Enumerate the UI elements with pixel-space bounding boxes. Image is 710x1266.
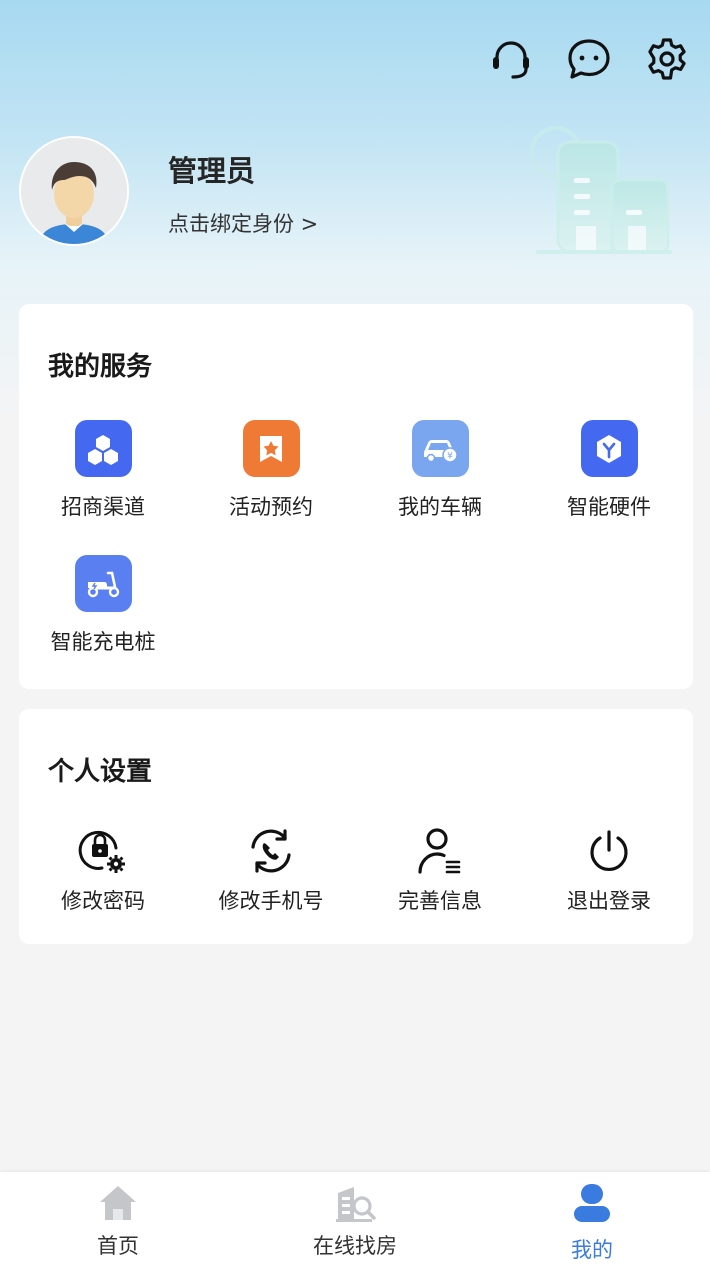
service-label: 智能硬件 (567, 495, 651, 519)
scooter-icon (74, 555, 132, 612)
service-smart-hardware[interactable]: 智能硬件 (525, 420, 693, 521)
setting-change-password[interactable]: 修改密码 (19, 825, 187, 915)
user-icon (571, 1182, 613, 1224)
tab-label: 我的 (571, 1238, 613, 1262)
service-smart-charging[interactable]: 智能充电桩 (19, 555, 187, 656)
settings-gear-icon[interactable] (644, 36, 690, 82)
setting-logout[interactable]: 退出登录 (525, 825, 693, 915)
power-icon (583, 825, 635, 877)
bind-identity-link[interactable]: 点击绑定身份 > (168, 208, 318, 238)
user-name: 管理员 (168, 154, 256, 188)
headset-icon[interactable] (488, 36, 534, 82)
car-icon: ¥ (411, 420, 469, 477)
service-label: 招商渠道 (61, 495, 145, 519)
header-actions (488, 36, 690, 82)
tab-find-house[interactable]: 在线找房 (237, 1172, 473, 1266)
tab-label: 首页 (97, 1234, 139, 1258)
my-services-card: 我的服务 招商渠道 活动预约 ¥ 我的车辆 智能硬件 智能充电桩 (19, 304, 693, 689)
hardware-box-icon (580, 420, 638, 477)
bottom-tab-bar: 首页 在线找房 我的 (0, 1172, 710, 1266)
avatar[interactable] (19, 136, 129, 246)
star-bookmark-icon (242, 420, 300, 477)
tab-home[interactable]: 首页 (0, 1172, 236, 1266)
cubes-icon (74, 420, 132, 477)
setting-change-phone[interactable]: 修改手机号 (187, 825, 355, 915)
services-title: 我的服务 (48, 352, 153, 382)
setting-label: 修改手机号 (218, 889, 324, 913)
home-icon (97, 1182, 139, 1224)
lock-gear-icon (77, 825, 129, 877)
svg-text:¥: ¥ (447, 451, 453, 461)
service-label: 活动预约 (229, 495, 313, 519)
service-label: 智能充电桩 (50, 630, 156, 654)
tab-label: 在线找房 (313, 1234, 397, 1258)
tab-mine[interactable]: 我的 (474, 1172, 710, 1266)
setting-label: 修改密码 (61, 889, 145, 913)
setting-label: 完善信息 (398, 889, 482, 913)
setting-complete-info[interactable]: 完善信息 (356, 825, 524, 915)
user-info-icon (414, 825, 466, 877)
service-investment-channel[interactable]: 招商渠道 (19, 420, 187, 521)
personal-settings-card: 个人设置 修改密码 修改手机号 完善信息 退出登录 (19, 709, 693, 944)
setting-label: 退出登录 (567, 889, 651, 913)
building-illustration-icon (528, 122, 678, 264)
chat-icon[interactable] (566, 36, 612, 82)
service-event-booking[interactable]: 活动预约 (187, 420, 355, 521)
service-my-vehicle[interactable]: ¥ 我的车辆 (356, 420, 524, 521)
service-label: 我的车辆 (398, 495, 482, 519)
building-search-icon (334, 1182, 376, 1224)
settings-title: 个人设置 (48, 757, 153, 787)
phone-refresh-icon (245, 825, 297, 877)
